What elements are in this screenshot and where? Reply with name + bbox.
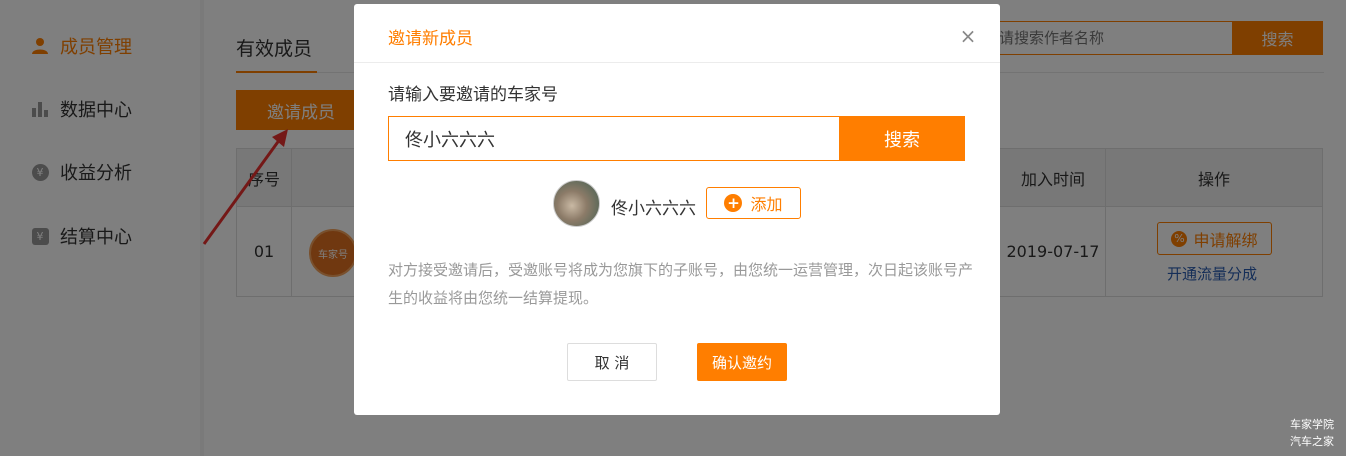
account-search-button[interactable]: 搜索 <box>839 116 965 161</box>
invite-member-modal: 邀请新成员 × 请输入要邀请的车家号 搜索 佟小六六六 + 添加 对方接受邀请后… <box>354 4 1000 415</box>
add-member-button[interactable]: + 添加 <box>706 187 801 219</box>
add-member-label: 添加 <box>750 195 783 214</box>
invite-note: 对方接受邀请后，受邀账号将成为您旗下的子账号，由您统一运营管理，次日起该账号产生… <box>388 261 974 307</box>
modal-input-label: 请输入要邀请的车家号 <box>388 85 558 105</box>
watermark-line: 车家学院 <box>1290 418 1334 431</box>
avatar <box>553 180 600 227</box>
close-icon[interactable]: × <box>956 24 980 48</box>
plus-circle-icon: + <box>724 194 743 212</box>
watermark-line: 汽车之家 <box>1290 435 1334 448</box>
cancel-button[interactable]: 取 消 <box>567 343 657 381</box>
account-search-input[interactable] <box>388 116 839 161</box>
confirm-invite-button[interactable]: 确认邀约 <box>697 343 787 381</box>
result-account-name: 佟小六六六 <box>611 199 696 219</box>
modal-divider <box>354 62 1000 63</box>
modal-title: 邀请新成员 <box>388 29 473 49</box>
corner-watermark: 车家学院 汽车之家 <box>1290 416 1334 450</box>
